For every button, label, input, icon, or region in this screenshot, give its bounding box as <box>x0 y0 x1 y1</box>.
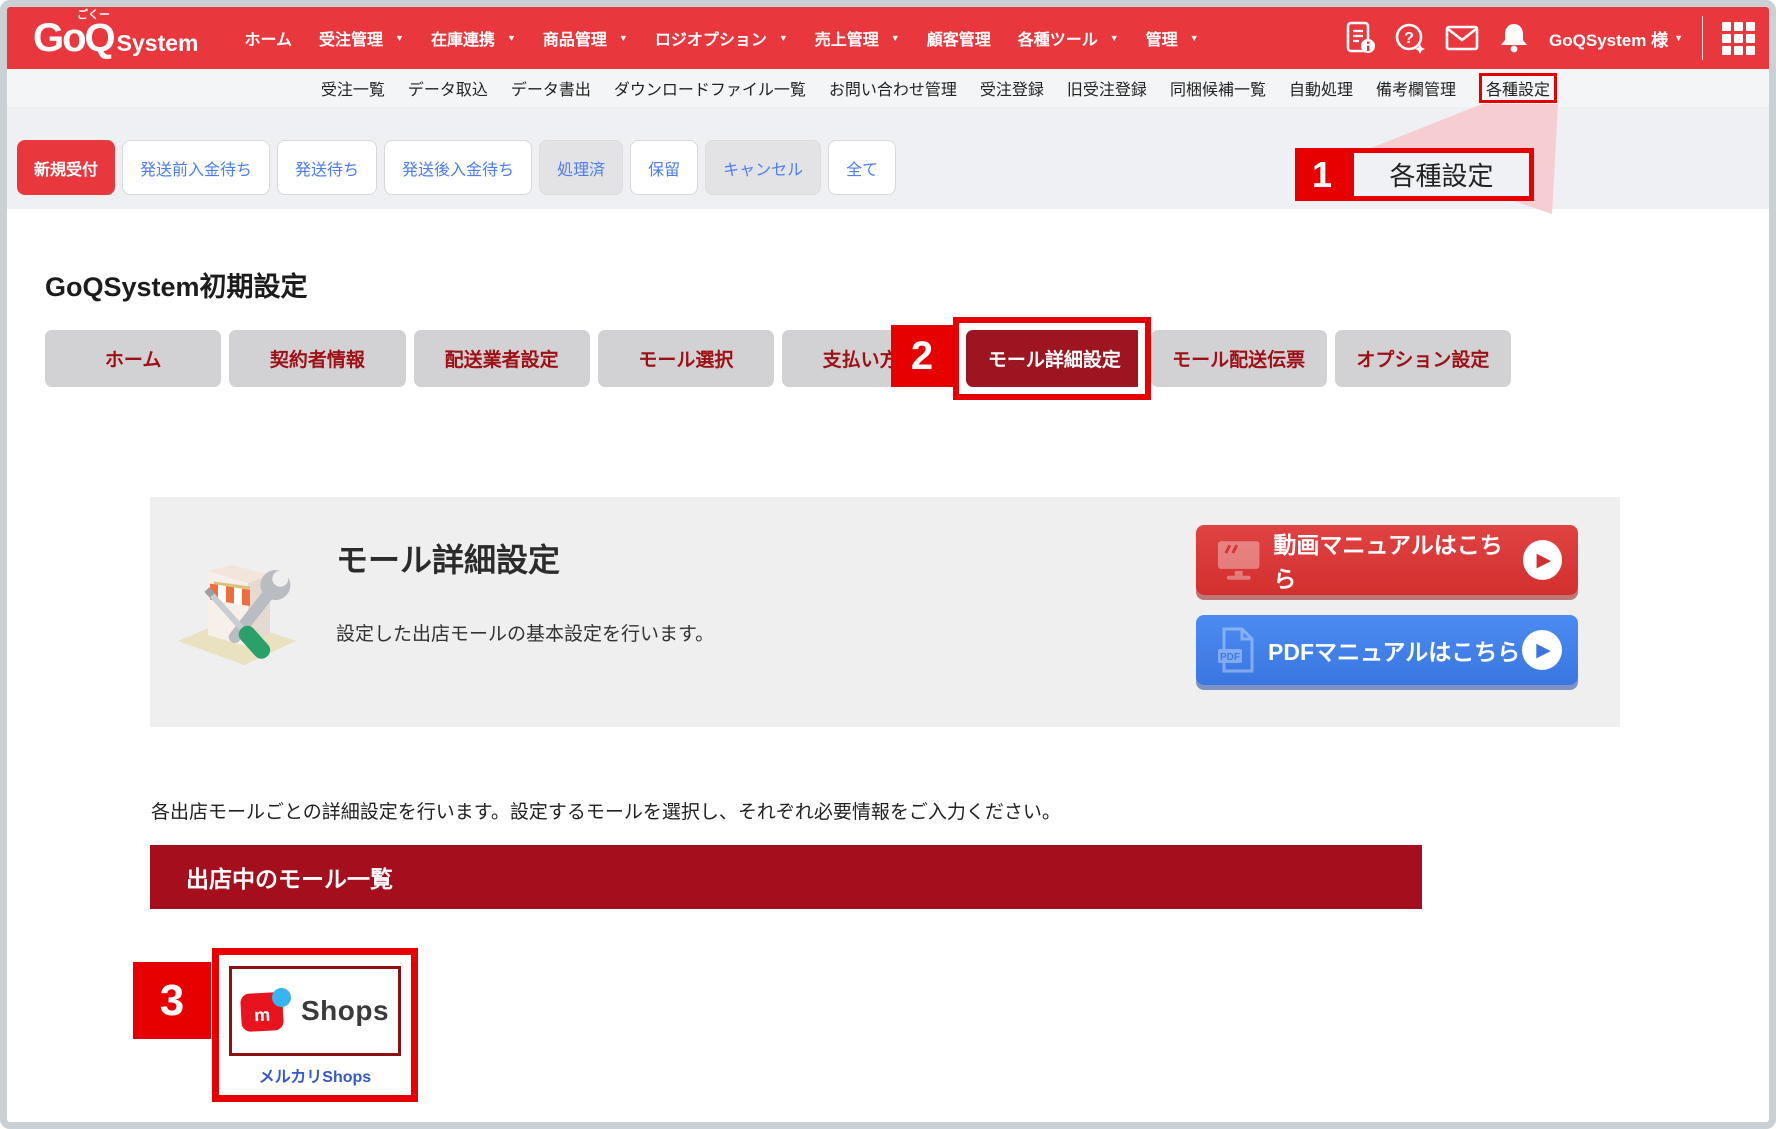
panel-description: 設定した出店モールの基本設定を行います。 <box>336 624 715 645</box>
tab-new-orders[interactable]: 新規受付 <box>17 140 116 195</box>
play-icon <box>1522 540 1562 580</box>
pdf-manual-button[interactable]: PDF PDFマニュアルはこちら <box>1196 615 1578 685</box>
nav-customer-management[interactable]: 顧客管理 <box>927 26 991 50</box>
subnav-remarks-management[interactable]: 備考欄管理 <box>1376 76 1456 100</box>
callout-2-number: 2 <box>891 325 953 387</box>
tab-processed[interactable]: 処理済 <box>539 140 624 195</box>
main-nav: ホーム 受注管理 在庫連携 商品管理 ロジオプション 売上管理 顧客管理 各種ツ… <box>245 26 1199 50</box>
svg-text:?: ? <box>1404 30 1414 47</box>
shop-tools-icon <box>178 565 296 665</box>
mall-detail-panel: モール詳細設定 設定した出店モールの基本設定を行います。 動画マニュアルはこちら… <box>150 497 1620 727</box>
tab-cancelled[interactable]: キャンセル <box>705 140 822 195</box>
mercari-shops-wordmark: Shops <box>300 995 390 1026</box>
settings-tab-mall-shipping-slip[interactable]: モール配送伝票 <box>1150 330 1327 387</box>
nav-order-management[interactable]: 受注管理 <box>319 26 404 50</box>
document-info-icon[interactable] <box>1345 21 1376 55</box>
subnav-old-order-register[interactable]: 旧受注登録 <box>1067 76 1147 100</box>
logo-main-text: GoQ <box>33 16 116 60</box>
video-manual-button[interactable]: 動画マニュアルはこちら <box>1196 525 1578 595</box>
mercari-blue-dot <box>271 988 291 1007</box>
subnav-order-register[interactable]: 受注登録 <box>980 76 1044 100</box>
top-header-bar: ごくー GoQ System ホーム 受注管理 在庫連携 商品管理 ロジオプショ… <box>7 7 1769 69</box>
settings-tab-mall-detail-active[interactable]: モール詳細設定 <box>966 330 1143 387</box>
header-divider <box>1702 16 1703 60</box>
subnav-data-import[interactable]: データ取込 <box>408 76 488 100</box>
nav-home[interactable]: ホーム <box>245 26 293 50</box>
callout-1-number: 1 <box>1295 148 1349 201</box>
account-menu[interactable]: GoQSystem 様 <box>1549 26 1683 51</box>
active-malls-banner: 出店中のモール一覧 <box>150 845 1422 909</box>
logo-furigana: ごくー <box>77 9 110 21</box>
settings-tab-contractor-info[interactable]: 契約者情報 <box>229 330 406 387</box>
subnav-bundle-candidates[interactable]: 同梱候補一覧 <box>1170 76 1266 100</box>
nav-logi-option[interactable]: ロジオプション <box>655 26 788 50</box>
tab-on-hold[interactable]: 保留 <box>630 140 699 195</box>
mercari-shops-link-label[interactable]: メルカリShops <box>259 1063 371 1087</box>
nav-sales-management[interactable]: 売上管理 <box>815 26 900 50</box>
subnav-settings-highlighted[interactable]: 各種設定 <box>1478 73 1557 103</box>
nav-admin[interactable]: 管理 <box>1146 26 1199 50</box>
panel-title: モール詳細設定 <box>336 542 561 578</box>
callout-1-settings-button[interactable]: 各種設定 <box>1349 148 1534 201</box>
tab-awaiting-payment-postship[interactable]: 発送後入金待ち <box>384 140 533 195</box>
callout-3-frame: m Shops メルカリShops <box>212 948 418 1102</box>
header-utilities: ? GoQSystem 様 <box>1345 16 1755 60</box>
svg-text:PDF: PDF <box>1220 652 1240 663</box>
pdf-manual-label: PDFマニュアルはこちら <box>1268 639 1521 665</box>
subnav-auto-process[interactable]: 自動処理 <box>1289 76 1353 100</box>
nav-product-management[interactable]: 商品管理 <box>543 26 628 50</box>
settings-tab-home[interactable]: ホーム <box>45 330 222 387</box>
page-title: GoQSystem初期設定 <box>45 272 308 302</box>
settings-tab-mall-selection[interactable]: モール選択 <box>597 330 774 387</box>
app-grid-icon[interactable] <box>1722 21 1755 55</box>
goq-logo[interactable]: ごくー GoQ System <box>33 9 199 60</box>
settings-tab-carrier-setup[interactable]: 配送業者設定 <box>413 330 590 387</box>
mercari-shops-tile[interactable]: m Shops <box>229 966 401 1056</box>
tab-all[interactable]: 全て <box>828 140 897 195</box>
mail-icon[interactable] <box>1445 24 1479 52</box>
play-icon <box>1522 630 1562 670</box>
tab-awaiting-payment-preship[interactable]: 発送前入金待ち <box>122 140 271 195</box>
callout-3-number: 3 <box>133 962 211 1039</box>
nav-tools[interactable]: 各種ツール <box>1018 26 1119 50</box>
mall-settings-intro-text: 各出店モールごとの詳細設定を行います。設定するモールを選択し、それぞれ必要情報を… <box>151 802 1061 823</box>
subnav-order-list[interactable]: 受注一覧 <box>321 76 385 100</box>
subnav-inquiry-management[interactable]: お問い合わせ管理 <box>829 76 957 100</box>
help-icon[interactable]: ? <box>1394 22 1426 54</box>
pdf-file-icon: PDF <box>1218 627 1254 673</box>
tab-awaiting-shipment[interactable]: 発送待ち <box>277 140 378 195</box>
mercari-logo-icon: m <box>240 988 291 1034</box>
subnav-data-export[interactable]: データ書出 <box>511 76 591 100</box>
app-window: ごくー GoQ System ホーム 受注管理 在庫連携 商品管理 ロジオプショ… <box>0 0 1776 1129</box>
video-manual-label: 動画マニュアルはこちら <box>1273 532 1503 592</box>
settings-tab-option-settings[interactable]: オプション設定 <box>1334 330 1511 387</box>
settings-tab-bar: ホーム 契約者情報 配送業者設定 モール選択 支払い方法 モール詳細設定 モール… <box>45 330 1511 387</box>
subnav-download-files[interactable]: ダウンロードファイル一覧 <box>614 76 806 100</box>
logo-sub-text: System <box>116 30 199 56</box>
monitor-icon <box>1217 541 1260 580</box>
nav-stock-link[interactable]: 在庫連携 <box>431 26 516 50</box>
bell-icon[interactable] <box>1498 22 1530 54</box>
